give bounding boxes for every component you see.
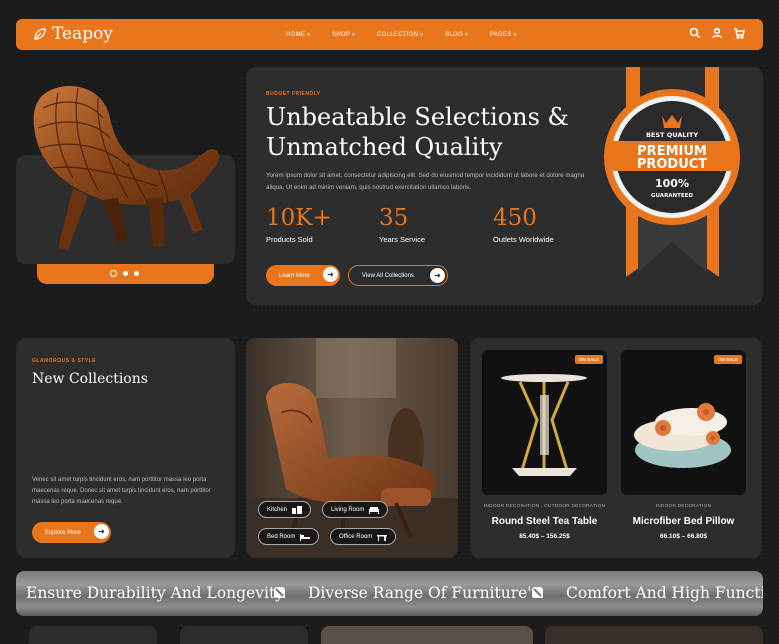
chevron-down-icon: ▾ (307, 31, 311, 38)
arrow-right-icon: ➜ (94, 524, 109, 539)
chevron-down-icon: ▾ (352, 31, 356, 38)
product-image-microfiber-bed-pillow[interactable]: ON SALE (621, 350, 746, 495)
slider-dot-active[interactable] (110, 270, 117, 277)
chevron-down-icon: ▾ (513, 31, 517, 38)
room-chip-living-room[interactable]: Living Room (322, 501, 389, 518)
carved-wooden-chair-image (33, 86, 220, 250)
badge-top-text: BEST QUALITY (646, 131, 698, 139)
menu-item-home[interactable]: HOME ▾ (286, 32, 310, 38)
bed-icon (300, 533, 311, 541)
explore-more-button[interactable]: Explore More ➜ (32, 522, 111, 543)
button-label: Learn More (279, 272, 310, 279)
marquee-item: Diverse Range Of Furniture's. (308, 584, 545, 602)
collection-title: New Collections (32, 371, 148, 387)
on-sale-badge: ON SALE (713, 355, 742, 364)
collection-eyebrow: GLAMOROUS & STYLE (32, 358, 97, 364)
stat-value: 10K+ (266, 205, 332, 231)
bullet-icon (532, 587, 543, 598)
room-chip-bed-room[interactable]: Bed Room (258, 528, 320, 545)
slider-dot[interactable] (123, 271, 128, 276)
learn-more-button[interactable]: Learn More ➜ (266, 265, 340, 286)
new-collections-card: GLAMOROUS & STYLE New Collections Venec … (16, 338, 235, 558)
stat-label: Years Service (379, 235, 425, 244)
menu-item-blog[interactable]: BLOG ▾ (445, 32, 468, 38)
hero-title: Unbeatable Selections & Unmatched Qualit… (266, 103, 569, 161)
product-price: 66.10$ – 66.80$ (660, 533, 707, 540)
hero-eyebrow: BUDGET FRIENDLY (266, 91, 321, 97)
collection-description: Venec sit amet turpis tincidunt eros, na… (32, 477, 211, 505)
next-section-image (545, 626, 763, 644)
stat-products-sold: 10K+ Products Sold (266, 205, 332, 244)
bullet-icon (274, 587, 285, 598)
features-marquee: Ensure Durability And Longevity. Diverse… (16, 571, 763, 616)
desk-icon (377, 534, 388, 541)
chip-label: Living Room (331, 506, 365, 513)
product-category[interactable]: INDOOR DECORATION (621, 504, 746, 509)
slider-dots (110, 270, 139, 277)
search-icon[interactable] (689, 27, 701, 39)
room-chip-kitchen[interactable]: Kitchen (258, 501, 312, 518)
stat-outlets: 450 Outlets Worldwide (493, 205, 554, 244)
badge-bottom-text: GUARANTEED (651, 193, 693, 199)
brand-logo[interactable]: Teapoy (32, 24, 113, 44)
product-image-round-steel-tea-table[interactable]: ON SALE (482, 350, 607, 495)
product-name[interactable]: Round Steel Tea Table (482, 516, 607, 527)
product-price: 85.40$ – 156.25$ (519, 533, 570, 540)
user-icon[interactable] (711, 27, 723, 39)
room-photo-card: Kitchen Living Room Bed Room Office Room (246, 338, 458, 558)
next-section-image (321, 626, 533, 644)
chevron-down-icon: ▾ (420, 31, 424, 38)
arrow-right-icon: ➜ (323, 267, 338, 282)
next-section-card (180, 626, 308, 644)
cart-icon[interactable] (733, 27, 745, 39)
button-label: Explore More (45, 529, 81, 536)
main-menu: HOME ▾ SHOP ▾ COLLECTION ▾ BLOG ▾ PAGES ▾ (286, 19, 516, 50)
top-navbar: Teapoy HOME ▾ SHOP ▾ COLLECTION ▾ BLOG ▾ PAG… (16, 19, 763, 50)
kitchen-icon (292, 505, 303, 514)
products-panel: ON SALE INDOOR DECORATION , OUTDOOR DECO… (470, 338, 762, 558)
menu-item-pages[interactable]: PAGES ▾ (490, 32, 517, 38)
next-section-card (29, 626, 157, 644)
menu-item-label: HOME (286, 31, 306, 38)
stat-value: 35 (379, 205, 409, 231)
chip-label: Office Room (339, 533, 373, 540)
product-category[interactable]: INDOOR DECORATION , OUTDOOR DECORATION (482, 504, 607, 509)
menu-item-label: SHOP (332, 31, 351, 38)
menu-item-collection[interactable]: COLLECTION ▾ (377, 32, 423, 38)
stat-label: Outlets Worldwide (493, 235, 554, 244)
chevron-down-icon: ▾ (465, 31, 468, 38)
badge-percent: 100% (655, 177, 689, 190)
pillow-image (634, 403, 731, 468)
view-all-collections-button[interactable]: View All Collections ➜ (348, 265, 448, 286)
leaf-logo-icon (34, 28, 46, 40)
room-chip-office-room[interactable]: Office Room (330, 528, 397, 545)
menu-item-label: COLLECTION (377, 31, 419, 38)
slider-dot[interactable] (134, 271, 139, 276)
menu-item-label: BLOG (445, 31, 464, 38)
tea-table-image (501, 374, 587, 476)
brand-name: Teapoy (52, 24, 113, 44)
sofa-icon (369, 506, 380, 514)
chip-label: Kitchen (267, 506, 288, 513)
marquee-item: Comfort And High Functional (566, 584, 763, 602)
stat-years-service: 35 Years Service (379, 205, 425, 244)
leather-lounge-chair-image (246, 338, 458, 558)
stat-value: 450 (493, 205, 537, 231)
button-label: View All Collections (362, 272, 414, 279)
product-name[interactable]: Microfiber Bed Pillow (621, 516, 746, 527)
badge-line2: PRODUCT (637, 157, 707, 172)
on-sale-badge: ON SALE (574, 355, 603, 364)
nav-icons (689, 27, 745, 39)
premium-product-badge: BEST QUALITY PREMIUM PRODUCT 100% GUARAN… (604, 67, 740, 277)
menu-item-label: PAGES (489, 31, 512, 38)
hero-description: Yorem ipsum dolor sit amet, consectetur … (266, 172, 585, 191)
menu-item-shop[interactable]: SHOP ▾ (332, 32, 355, 38)
arrow-right-icon: ➜ (430, 268, 445, 283)
stat-label: Products Sold (266, 235, 313, 244)
marquee-item: Ensure Durability And Longevity. (26, 584, 287, 602)
chip-label: Bed Room (267, 533, 296, 540)
